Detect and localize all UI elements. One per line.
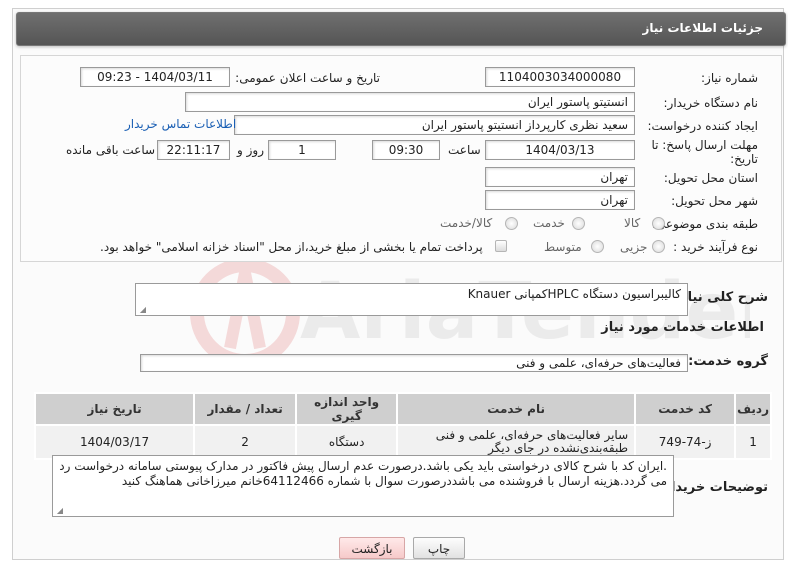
deadline-date-field[interactable]: 1404/03/13 <box>485 140 635 160</box>
services-table: ردیف کد خدمت نام خدمت واحد اندازه گیری ت… <box>33 392 772 460</box>
creator-label: ایجاد کننده درخواست: <box>647 119 758 133</box>
page-title: جزئیات اطلاعات نیاز <box>642 21 763 35</box>
back-button[interactable]: بازگشت <box>339 537 405 559</box>
category-radio-goods-service[interactable] <box>505 217 518 230</box>
city-field[interactable]: تهران <box>485 190 635 210</box>
col-header-quantity: تعداد / مقدار <box>193 392 298 426</box>
deadline-label: مهلت ارسال پاسخ: تا <box>651 138 758 152</box>
treasury-payment-note: پرداخت تمام یا بخشی از مبلغ خرید،از محل … <box>100 240 483 254</box>
resize-grip-icon[interactable]: ◢ <box>138 306 146 314</box>
need-number-label: شماره نیاز: <box>701 71 758 85</box>
process-radio-minor[interactable] <box>652 240 665 253</box>
need-summary-text: کالیبراسیون دستگاه HPLCکمپانی Knauer <box>467 287 681 301</box>
remaining-time-label: ساعت باقی مانده <box>66 143 156 157</box>
need-summary-field[interactable]: کالیبراسیون دستگاه HPLCکمپانی Knauer ◢ <box>135 283 688 316</box>
process-radio-medium[interactable] <box>591 240 604 253</box>
service-group-field[interactable]: فعالیت‌های حرفه‌ای، علمی و فنی <box>140 354 688 372</box>
category-option-service: خدمت <box>533 216 565 230</box>
treasury-payment-checkbox[interactable] <box>495 240 507 252</box>
category-radio-service[interactable] <box>572 217 585 230</box>
cell-unit: دستگاه <box>295 424 399 460</box>
province-field[interactable]: تهران <box>485 167 635 187</box>
buyer-notes-text: .ایران کد با شرح کالای درخواستی باید یکی… <box>59 459 667 488</box>
deadline-date-label: تاریخ: <box>730 152 758 166</box>
cell-service-name: سایر فعالیت‌های حرفه‌ای، علمی و فنی طبقه… <box>396 424 637 460</box>
remaining-time-field[interactable]: 22:11:17 <box>157 140 230 160</box>
col-header-service-code: کد خدمت <box>634 392 737 426</box>
table-row: 1 ز-74-749 سایر فعالیت‌های حرفه‌ای، علمی… <box>33 424 772 460</box>
resize-grip-icon[interactable]: ◢ <box>55 507 63 515</box>
col-header-service-name: نام خدمت <box>396 392 637 426</box>
category-option-goods: کالا <box>624 216 641 230</box>
deadline-time-field[interactable]: 09:30 <box>372 140 440 160</box>
remaining-days-field[interactable]: 1 <box>268 140 336 160</box>
services-section-title: اطلاعات خدمات مورد نیاز <box>601 320 764 335</box>
cell-row-number: 1 <box>734 424 772 460</box>
service-group-label: گروه خدمت: <box>688 354 768 369</box>
announce-datetime-field[interactable]: 1404/03/11 - 09:23 <box>80 67 230 87</box>
category-radio-goods[interactable] <box>652 217 665 230</box>
process-type-label: نوع فرآیند خرید : <box>673 240 758 254</box>
buyer-org-label: نام دستگاه خریدار: <box>663 96 759 110</box>
table-header-row: ردیف کد خدمت نام خدمت واحد اندازه گیری ت… <box>33 392 772 426</box>
page-header: جزئیات اطلاعات نیاز <box>16 12 786 46</box>
cell-service-code: ز-74-749 <box>634 424 737 460</box>
announce-datetime-label: تاریخ و ساعت اعلان عمومی: <box>235 71 380 85</box>
buyer-notes-field[interactable]: .ایران کد با شرح کالای درخواستی باید یکی… <box>52 455 674 517</box>
cell-quantity: 2 <box>193 424 298 460</box>
category-option-goods-service: کالا/خدمت <box>440 216 493 230</box>
process-option-minor: جزیی <box>620 240 648 254</box>
col-header-need-date: تاریخ نیاز <box>33 392 196 426</box>
col-header-unit: واحد اندازه گیری <box>295 392 399 426</box>
category-label: طبقه بندی موضوعی: <box>651 217 758 231</box>
province-label: استان محل تحویل: <box>663 171 758 185</box>
need-summary-label: شرح کلی نیاز: <box>674 290 768 305</box>
col-header-row-number: ردیف <box>734 392 772 426</box>
deadline-time-label: ساعت <box>448 143 481 157</box>
days-label: روز و <box>237 143 264 157</box>
process-option-medium: متوسط <box>544 240 582 254</box>
buyer-contact-link[interactable]: اطلاعات تماس خریدار <box>125 117 236 131</box>
buyer-notes-label: توضیحات خریدار: <box>658 480 768 495</box>
need-number-field[interactable]: 1104003034000080 <box>485 67 635 87</box>
buyer-org-field[interactable]: انستیتو پاستور ایران <box>185 92 635 112</box>
creator-field[interactable]: سعید نظری کارپرداز انستیتو پاستور ایران <box>234 115 635 135</box>
cell-need-date: 1404/03/17 <box>33 424 196 460</box>
print-button[interactable]: چاپ <box>413 537 465 559</box>
city-label: شهر محل تحویل: <box>671 194 758 208</box>
